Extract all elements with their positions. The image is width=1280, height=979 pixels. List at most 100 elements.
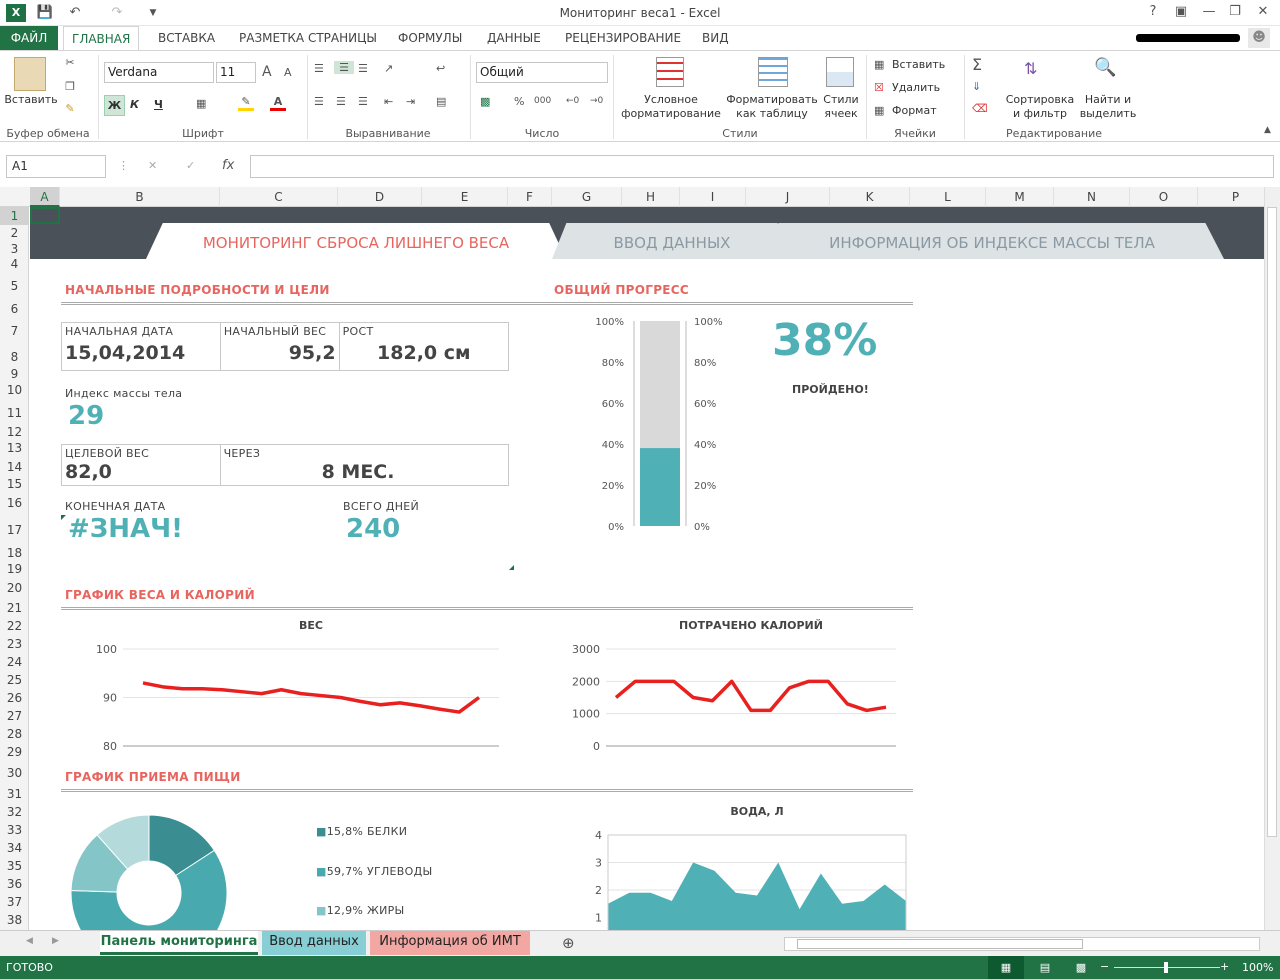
- font-color-icon[interactable]: A: [270, 95, 286, 111]
- row-header-38[interactable]: 38: [0, 911, 29, 929]
- format-as-table-button[interactable]: Форматировать как таблицу: [726, 93, 818, 121]
- row-header-25[interactable]: 25: [0, 671, 29, 689]
- row-header-24[interactable]: 24: [0, 653, 29, 671]
- delete-cells-icon[interactable]: ☒: [874, 81, 884, 94]
- tab-view[interactable]: ВИД: [694, 26, 737, 50]
- cut-icon[interactable]: ✂: [62, 56, 78, 69]
- name-box[interactable]: A1: [6, 155, 106, 178]
- dashboard-tab-data-entry[interactable]: ВВОД ДАННЫХ: [552, 223, 792, 259]
- row-header-10[interactable]: 10: [0, 379, 29, 401]
- worksheet[interactable]: МОНИТОРИНГ СБРОСА ЛИШНЕГО ВЕСА ВВОД ДАНН…: [30, 207, 1264, 930]
- row-header-22[interactable]: 22: [0, 617, 29, 635]
- borders-icon[interactable]: ▦: [196, 97, 206, 110]
- collapse-ribbon-icon[interactable]: ▲: [1264, 125, 1271, 135]
- sort-filter-button[interactable]: Сортировка и фильтр: [1004, 93, 1076, 121]
- column-header-h[interactable]: H: [622, 187, 680, 207]
- row-header-3[interactable]: 3: [0, 241, 29, 257]
- grow-font-icon[interactable]: A: [262, 64, 272, 80]
- normal-view-icon[interactable]: ▦: [988, 956, 1024, 979]
- row-header-33[interactable]: 33: [0, 821, 29, 839]
- ribbon-display-icon[interactable]: ▣: [1168, 2, 1194, 22]
- row-header-15[interactable]: 15: [0, 477, 29, 491]
- paste-button[interactable]: Вставить: [4, 93, 58, 107]
- selected-cell[interactable]: [30, 207, 60, 224]
- paste-icon[interactable]: [14, 57, 46, 91]
- dashboard-tab-bmi-info[interactable]: ИНФОРМАЦИЯ ОБ ИНДЕКСЕ МАССЫ ТЕЛА: [760, 223, 1224, 259]
- zoom-in-icon[interactable]: +: [1220, 960, 1229, 973]
- new-sheet-icon[interactable]: ⊕: [562, 934, 575, 952]
- align-left-icon[interactable]: ☰: [314, 95, 324, 108]
- row-header-7[interactable]: 7: [0, 317, 29, 345]
- formula-input[interactable]: [250, 155, 1274, 178]
- row-header-31[interactable]: 31: [0, 785, 29, 803]
- percent-icon[interactable]: %: [514, 95, 524, 108]
- row-header-2[interactable]: 2: [0, 225, 29, 241]
- font-size-select[interactable]: 11: [216, 62, 256, 83]
- fill-color-icon[interactable]: ✎: [238, 95, 254, 111]
- conditional-format-icon[interactable]: [656, 57, 684, 87]
- column-header-l[interactable]: L: [910, 187, 986, 207]
- zoom-level[interactable]: 100%: [1242, 961, 1273, 974]
- align-right-icon[interactable]: ☰: [358, 95, 368, 108]
- sheet-tab-dashboard[interactable]: Панель мониторинга: [100, 931, 258, 955]
- format-painter-icon[interactable]: ✎: [62, 102, 78, 115]
- shrink-font-icon[interactable]: A: [284, 66, 292, 79]
- row-header-30[interactable]: 30: [0, 761, 29, 785]
- format-cells-icon[interactable]: ▦: [874, 104, 884, 117]
- tab-file[interactable]: ФАЙЛ: [0, 26, 58, 50]
- column-header-m[interactable]: M: [986, 187, 1054, 207]
- row-header-28[interactable]: 28: [0, 725, 29, 743]
- row-header-9[interactable]: 9: [0, 368, 29, 380]
- row-header-20[interactable]: 20: [0, 577, 29, 599]
- autosum-icon[interactable]: Σ: [972, 55, 982, 74]
- row-header-16[interactable]: 16: [0, 491, 29, 515]
- underline-button[interactable]: Ч: [154, 98, 163, 111]
- next-sheet-icon[interactable]: ▶: [52, 936, 59, 946]
- orientation-icon[interactable]: ↗: [384, 62, 393, 75]
- avatar[interactable]: ☻: [1248, 28, 1270, 48]
- tab-data[interactable]: ДАННЫЕ: [479, 26, 549, 50]
- sheet-tab-bmi[interactable]: Информация об ИМТ: [370, 931, 530, 955]
- increase-decimal-icon[interactable]: ←0: [566, 96, 579, 106]
- row-header-13[interactable]: 13: [0, 439, 29, 457]
- row-header-29[interactable]: 29: [0, 743, 29, 761]
- align-center-icon[interactable]: ☰: [336, 95, 346, 108]
- column-header-f[interactable]: F: [508, 187, 552, 207]
- increase-indent-icon[interactable]: ⇥: [406, 95, 415, 108]
- column-header-a[interactable]: A: [30, 187, 60, 207]
- row-header-27[interactable]: 27: [0, 707, 29, 725]
- row-header-5[interactable]: 5: [0, 271, 29, 301]
- zoom-out-icon[interactable]: −: [1100, 960, 1109, 973]
- tab-formulas[interactable]: ФОРМУЛЫ: [390, 26, 470, 50]
- row-header-6[interactable]: 6: [0, 301, 29, 317]
- align-middle-icon[interactable]: ☰: [334, 61, 354, 74]
- row-header-4[interactable]: 4: [0, 257, 29, 271]
- format-cells-button[interactable]: Формат: [892, 104, 937, 117]
- italic-button[interactable]: К: [130, 98, 139, 111]
- row-header-36[interactable]: 36: [0, 875, 29, 893]
- column-header-j[interactable]: J: [746, 187, 830, 207]
- find-select-icon[interactable]: 🔍: [1094, 57, 1116, 78]
- wrap-text-icon[interactable]: ↩: [436, 62, 445, 75]
- row-header-32[interactable]: 32: [0, 803, 29, 821]
- cell-styles-icon[interactable]: [826, 57, 854, 87]
- dashboard-tab-monitoring[interactable]: МОНИТОРИНГ СБРОСА ЛИШНЕГО ВЕСА: [146, 223, 566, 259]
- column-header-p[interactable]: P: [1198, 187, 1274, 207]
- align-bottom-icon[interactable]: ☰: [358, 62, 368, 75]
- column-header-k[interactable]: K: [830, 187, 910, 207]
- zoom-slider-thumb[interactable]: [1164, 962, 1168, 973]
- horizontal-scrollbar[interactable]: [784, 937, 1260, 951]
- tab-home[interactable]: ГЛАВНАЯ: [63, 26, 140, 51]
- row-header-23[interactable]: 23: [0, 635, 29, 653]
- prev-sheet-icon[interactable]: ◀: [26, 936, 33, 946]
- row-header-11[interactable]: 11: [0, 401, 29, 425]
- row-header-1[interactable]: 1: [0, 207, 29, 225]
- row-header-18[interactable]: 18: [0, 545, 29, 561]
- vertical-scrollbar[interactable]: [1264, 187, 1280, 930]
- tab-page-layout[interactable]: РАЗМЕТКА СТРАНИЦЫ: [231, 26, 385, 50]
- column-header-d[interactable]: D: [338, 187, 422, 207]
- row-header-35[interactable]: 35: [0, 857, 29, 875]
- row-header-21[interactable]: 21: [0, 599, 29, 617]
- page-layout-icon[interactable]: ▤: [1034, 956, 1056, 979]
- conditional-format-button[interactable]: Условное форматирование: [616, 93, 726, 121]
